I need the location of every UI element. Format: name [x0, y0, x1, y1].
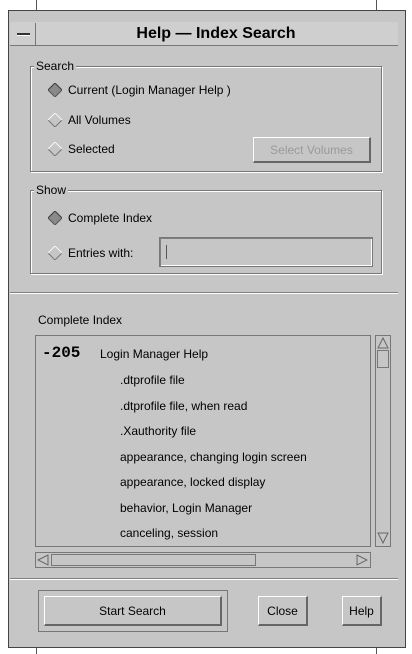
scroll-thumb[interactable]: [377, 350, 389, 368]
scroll-up-arrow-icon[interactable]: [377, 337, 389, 349]
horizontal-scrollbar[interactable]: [35, 552, 371, 568]
select-volumes-button[interactable]: Select Volumes: [253, 137, 371, 163]
search-group-label: Search: [34, 59, 77, 73]
radio-all-volumes-label[interactable]: All Volumes: [68, 112, 131, 128]
list-item[interactable]: behavior, Login Manager: [120, 501, 252, 515]
window-title: Help — Index Search: [136, 25, 296, 42]
frame-decoration: [376, 0, 377, 10]
radio-entries-with-label[interactable]: Entries with:: [68, 245, 133, 261]
radio-unselected-icon: [48, 142, 62, 156]
index-list[interactable]: -205 Login Manager Help .dtprofile file …: [35, 335, 371, 547]
list-item-volume[interactable]: Login Manager Help: [100, 347, 208, 361]
help-button[interactable]: Help: [342, 596, 382, 626]
index-list-label: Complete Index: [38, 313, 123, 327]
frame-decoration: [36, 648, 37, 654]
radio-complete-index[interactable]: [48, 211, 62, 225]
scroll-left-arrow-icon[interactable]: [37, 554, 49, 566]
radio-unselected-icon: [48, 246, 62, 260]
horizontal-scroll-thumb[interactable]: [51, 554, 256, 566]
text-cursor: [166, 245, 167, 259]
radio-current[interactable]: [48, 83, 62, 97]
list-item[interactable]: appearance, locked display: [120, 475, 265, 489]
index-count: -205: [42, 344, 81, 362]
list-item[interactable]: canceling, session: [120, 526, 218, 540]
separator: [10, 292, 398, 294]
radio-selected-label[interactable]: Selected: [68, 141, 115, 157]
radio-selected[interactable]: [48, 142, 62, 156]
window-menu-icon: [17, 33, 30, 36]
radio-selected-icon: [48, 211, 62, 225]
radio-selected-icon: [48, 83, 62, 97]
show-group-label: Show: [34, 183, 69, 197]
scroll-right-arrow-icon[interactable]: [356, 554, 368, 566]
frame-decoration: [36, 0, 37, 10]
list-item[interactable]: .dtprofile file, when read: [120, 399, 247, 413]
list-item[interactable]: .dtprofile file: [120, 373, 185, 387]
radio-complete-index-label[interactable]: Complete Index: [68, 210, 152, 226]
scroll-down-arrow-icon[interactable]: [377, 532, 389, 544]
list-item[interactable]: .Xauthority file: [120, 424, 196, 438]
start-search-button[interactable]: Start Search: [44, 596, 222, 626]
separator: [10, 578, 398, 580]
entries-with-input[interactable]: [159, 237, 373, 267]
vertical-scrollbar[interactable]: [375, 335, 391, 547]
radio-entries-with[interactable]: [48, 246, 62, 260]
radio-all-volumes[interactable]: [48, 113, 62, 127]
radio-current-label[interactable]: Current (Login Manager Help ): [68, 82, 231, 98]
frame-decoration: [376, 648, 377, 654]
radio-unselected-icon: [48, 113, 62, 127]
list-item[interactable]: appearance, changing login screen: [120, 450, 307, 464]
window-menu-button[interactable]: [12, 23, 36, 45]
close-button[interactable]: Close: [258, 596, 308, 626]
